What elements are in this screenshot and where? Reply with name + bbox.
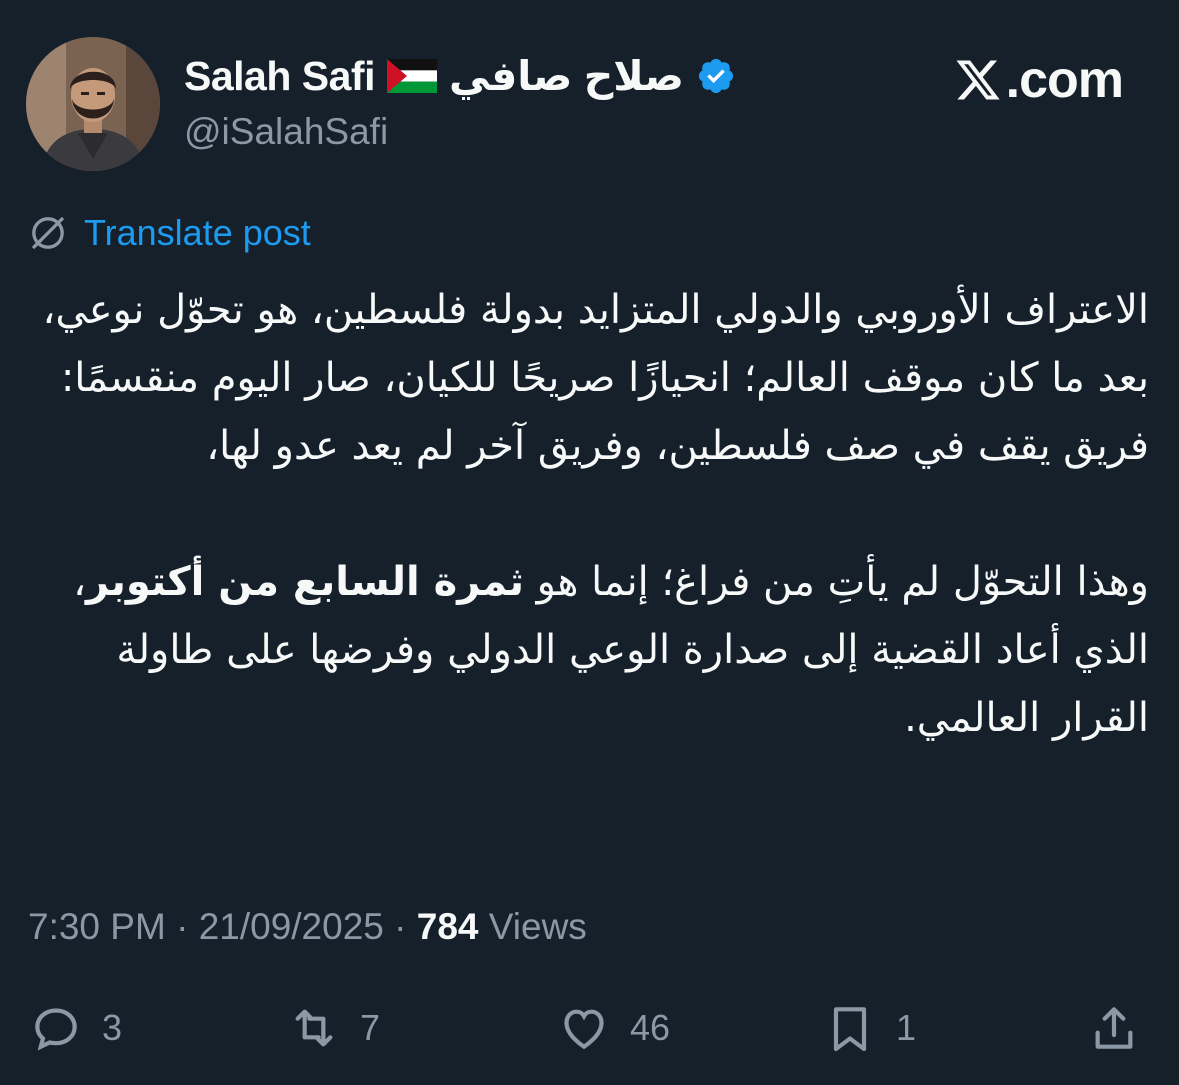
translate-label: Translate post [84, 212, 311, 253]
views-label: Views [488, 906, 587, 947]
reply-icon [35, 1008, 77, 1051]
author-name-row[interactable]: Salah Safi صلاح صافي [184, 52, 736, 100]
bookmark-icon [833, 1007, 867, 1052]
verified-badge-icon [698, 58, 734, 94]
avatar[interactable] [26, 37, 160, 171]
views-count: 784 [416, 906, 479, 947]
reply-button[interactable]: 3 [28, 1000, 122, 1056]
post-paragraph-2-bold: ثمرة السابع من أكتوبر [86, 559, 524, 605]
post-date[interactable]: 21/09/2025 [199, 906, 384, 947]
repost-button[interactable]: 7 [286, 1000, 380, 1056]
author-name-ar[interactable]: صلاح صافي [449, 52, 685, 100]
heart-icon [564, 1009, 604, 1050]
meta-separator: · [176, 906, 189, 947]
post-paragraph-1: الاعتراف الأوروبي والدولي المتزايد بدولة… [42, 287, 1149, 469]
bookmark-button[interactable]: 1 [822, 1000, 916, 1056]
post-time[interactable]: 7:30 PM [28, 906, 166, 947]
share-button[interactable] [1086, 1000, 1142, 1056]
x-brand: .com [952, 50, 1124, 110]
post-meta: 7:30 PM · 21/09/2025 · 784 Views [28, 906, 587, 948]
repost-icon [295, 1009, 333, 1047]
translate-post-button[interactable]: Translate post [28, 212, 311, 254]
avatar-image [26, 37, 160, 171]
post-paragraph-2-start: وهذا التحوّل لم يأتِ من فراغ؛ إنما هو [523, 559, 1149, 605]
share-icon [1095, 1007, 1133, 1049]
meta-separator: · [394, 906, 407, 947]
action-bar: 3 7 46 1 [0, 1000, 1179, 1070]
author-name-en[interactable]: Salah Safi [184, 53, 375, 100]
globe-slash-icon [31, 216, 65, 250]
like-button[interactable]: 46 [556, 1000, 670, 1056]
repost-count: 7 [360, 1007, 381, 1048]
like-count: 46 [630, 1007, 671, 1048]
post-paragraph-2: وهذا التحوّل لم يأتِ من فراغ؛ إنما هو ثم… [9, 548, 1149, 752]
reply-count: 3 [102, 1007, 123, 1048]
author-handle[interactable]: @iSalahSafi [184, 111, 388, 153]
x-logo-icon [956, 60, 1000, 100]
palestine-flag-icon [386, 59, 437, 93]
brand-domain: .com [1005, 51, 1124, 109]
bookmark-count: 1 [896, 1007, 917, 1048]
post-text: الاعتراف الأوروبي والدولي المتزايد بدولة… [9, 276, 1149, 752]
